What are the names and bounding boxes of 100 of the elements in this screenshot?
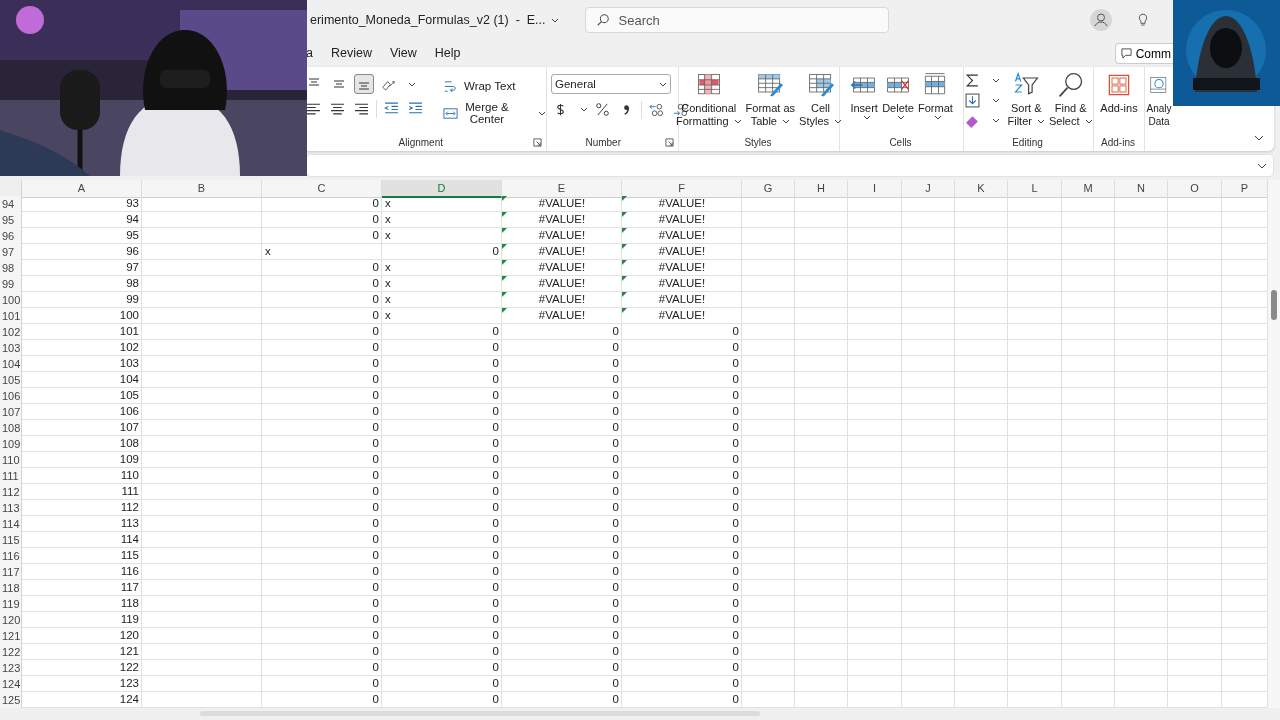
table-cell-text: x xyxy=(265,244,271,259)
column-header[interactable]: J xyxy=(902,180,955,198)
table-cell-text: #VALUE! xyxy=(538,228,586,243)
table-cell-text: 0 xyxy=(492,436,499,451)
account-icon[interactable] xyxy=(1090,9,1112,31)
table-cell-text: 118 xyxy=(120,596,139,611)
fill-down-icon[interactable] xyxy=(963,91,983,110)
table-cell-text: 0 xyxy=(372,212,379,227)
ribbon-button[interactable]: Add-ins xyxy=(1099,71,1139,115)
table-cell-text: 120 xyxy=(119,628,139,643)
column-header[interactable]: L xyxy=(1008,180,1062,198)
expand-formula-bar-icon[interactable] xyxy=(1257,162,1267,169)
ribbon-button[interactable]: Insert xyxy=(849,71,880,120)
table-cell-text: 0 xyxy=(732,580,739,595)
table-cell-text: 0 xyxy=(492,500,499,515)
caret-icon xyxy=(992,98,1001,103)
table-cell-text: 0 xyxy=(372,580,379,595)
lightbulb-icon[interactable] xyxy=(1138,13,1148,27)
column-header[interactable]: A xyxy=(22,180,142,198)
table-cell-text: x xyxy=(385,228,391,243)
percent-icon[interactable] xyxy=(593,100,612,119)
table-cell-text: 0 xyxy=(732,388,739,403)
column-header[interactable]: P xyxy=(1222,180,1268,198)
table-cell-text: 0 xyxy=(372,484,379,499)
table-cell-text: 0 xyxy=(732,468,739,483)
column-header[interactable]: G xyxy=(742,180,795,198)
ribbon-button[interactable]: Find & Select xyxy=(1047,71,1094,128)
column-header[interactable]: E xyxy=(502,180,622,198)
caret-icon xyxy=(1036,119,1045,124)
table-cell-text: 0 xyxy=(372,372,379,387)
column-header[interactable]: D xyxy=(382,180,502,198)
column-header[interactable]: B xyxy=(142,180,262,198)
table-cell-text: 98 xyxy=(126,276,139,291)
ribbon-button[interactable]: Format xyxy=(916,71,954,120)
column-header[interactable]: I xyxy=(848,180,902,198)
ribbon-button[interactable]: Format as Table xyxy=(744,71,797,128)
dialog-launcher-icon[interactable] xyxy=(533,137,542,147)
table-cell-text: 0 xyxy=(492,404,499,419)
number-format-dropdown[interactable]: General xyxy=(551,74,671,94)
ribbon-tab[interactable]: Review xyxy=(330,43,372,64)
ribbon-button[interactable]: Cell Styles xyxy=(798,71,844,128)
merge-center-button[interactable]: Merge & Center xyxy=(439,102,548,124)
column-header[interactable]: C xyxy=(262,180,382,198)
table-cell-text: 107 xyxy=(119,420,139,435)
table-cell-text: 96 xyxy=(126,244,139,259)
group-label: Styles xyxy=(744,136,772,148)
comments-button[interactable]: Comm xyxy=(1114,43,1173,64)
table-cell-text: #VALUE! xyxy=(658,196,706,211)
ribbon-tab[interactable]: a xyxy=(306,43,313,64)
cell-styles-icon xyxy=(806,71,835,99)
ribbon-tab[interactable]: View xyxy=(389,43,417,64)
collapse-ribbon-icon[interactable] xyxy=(1254,135,1264,141)
table-cell-text: 110 xyxy=(120,468,139,483)
table-cell-text: 0 xyxy=(732,660,739,675)
table-cell-text: x xyxy=(385,212,391,227)
table-cell-text: 0 xyxy=(372,324,379,339)
table-cell-text: 0 xyxy=(612,420,619,435)
caret-icon xyxy=(781,119,790,124)
group-label: Cells xyxy=(889,136,912,148)
table-cell-text: 122 xyxy=(119,660,139,675)
table-cell-text: 105 xyxy=(119,388,139,403)
table-brush-icon xyxy=(756,71,785,99)
column-header[interactable]: K xyxy=(955,180,1008,198)
table-cell-text: 0 xyxy=(492,612,499,627)
table-cell-text: #VALUE! xyxy=(538,244,586,259)
table-cell-text: 97 xyxy=(126,260,139,275)
vertical-scrollbar[interactable] xyxy=(1268,180,1280,708)
table-cell-text: 119 xyxy=(120,612,139,627)
table-cell-text: 0 xyxy=(372,532,379,547)
table-cell-text: 121 xyxy=(119,644,139,659)
table-cell-text: 0 xyxy=(732,516,739,531)
ribbon-tab[interactable]: Help xyxy=(434,43,461,64)
align-bottom-icon[interactable] xyxy=(354,74,374,94)
table-cell-text: 0 xyxy=(492,356,499,371)
column-header[interactable]: H xyxy=(795,180,848,198)
dialog-launcher-icon[interactable] xyxy=(665,137,674,147)
ribbon-button[interactable]: Delete xyxy=(881,71,915,120)
table-cell-text: 0 xyxy=(612,516,619,531)
column-header[interactable]: F xyxy=(622,180,742,198)
table-cell-text: 0 xyxy=(612,548,619,563)
table-cell-text: #VALUE! xyxy=(658,292,706,307)
column-header[interactable]: M xyxy=(1062,180,1115,198)
search-field[interactable]: Search xyxy=(584,7,889,33)
table-cell-text: 0 xyxy=(492,340,499,355)
ribbon-button[interactable]: Sort & Filter xyxy=(1006,71,1046,128)
caret-icon xyxy=(1084,119,1093,124)
column-header[interactable]: O xyxy=(1168,180,1222,198)
table-cell-text: 0 xyxy=(732,596,739,611)
wrap-text-button[interactable]: Wrap Text xyxy=(439,75,548,97)
group-label: Add-ins xyxy=(1101,136,1135,148)
document-title[interactable]: erimento_Moneda_Formulas_v2 (1) - E... xyxy=(310,13,546,27)
table-cell-text: 0 xyxy=(492,628,499,643)
ribbon-button[interactable]: Conditional Formatting xyxy=(674,71,743,128)
column-header[interactable]: N xyxy=(1115,180,1168,198)
ribbon-button[interactable]: Analy Data xyxy=(1146,71,1172,128)
table-cell-text: 0 xyxy=(372,644,379,659)
table-cell-text: 102 xyxy=(119,340,139,355)
table-cell-text: 103 xyxy=(119,356,139,371)
table-cell-text: #VALUE! xyxy=(658,260,706,275)
table-cell-text: x xyxy=(385,292,391,307)
